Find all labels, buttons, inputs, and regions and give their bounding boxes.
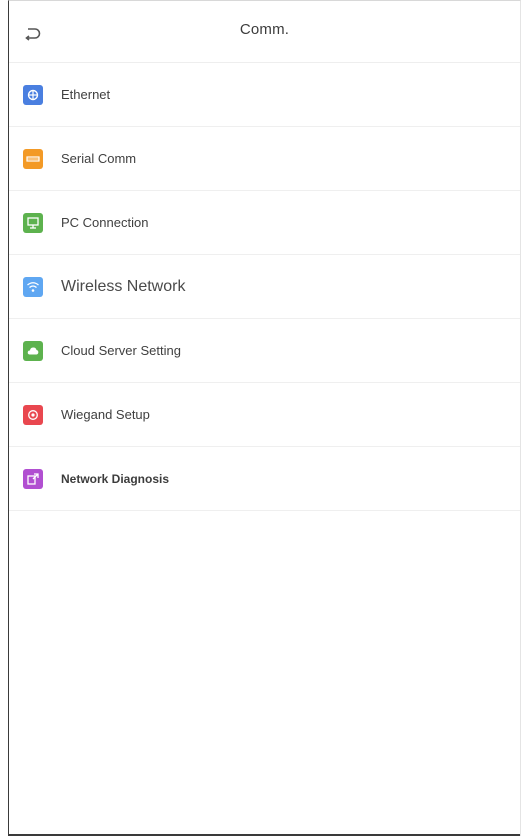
menu-item-ethernet[interactable]: Ethernet [9,63,520,127]
serial-comm-icon [23,148,43,169]
wifi-icon [23,276,43,297]
back-button[interactable] [19,23,45,45]
menu-item-label: Wireless Network [61,277,186,295]
menu-item-wiegand-setup[interactable]: Wiegand Setup [9,383,520,447]
header-bar: Comm. [9,1,520,63]
menu-item-wireless-network[interactable]: Wireless Network [9,255,520,319]
cloud-icon [23,340,43,361]
menu-item-label: PC Connection [61,215,149,230]
ethernet-icon [23,84,43,105]
menu-item-cloud-server-setting[interactable]: Cloud Server Setting [9,319,520,383]
network-diagnosis-icon [23,468,43,489]
menu-item-serial-comm[interactable]: Serial Comm [9,127,520,191]
back-arrow-icon [25,28,41,41]
wiegand-icon [23,404,43,425]
menu-item-pc-connection[interactable]: PC Connection [9,191,520,255]
pc-connection-icon [23,212,43,233]
menu-item-label: Serial Comm [61,151,137,166]
menu-item-label: Network Diagnosis [61,471,170,486]
comm-screen: Comm. Ethernet Serial Comm PC Connection [8,0,521,836]
menu-item-label: Ethernet [61,87,111,102]
menu-item-label: Wiegand Setup [61,407,150,422]
menu-item-label: Cloud Server Setting [61,343,181,358]
page-title: Comm. [239,21,290,38]
comm-menu: Ethernet Serial Comm PC Connection Wirel… [9,63,520,511]
menu-item-network-diagnosis[interactable]: Network Diagnosis [9,447,520,511]
